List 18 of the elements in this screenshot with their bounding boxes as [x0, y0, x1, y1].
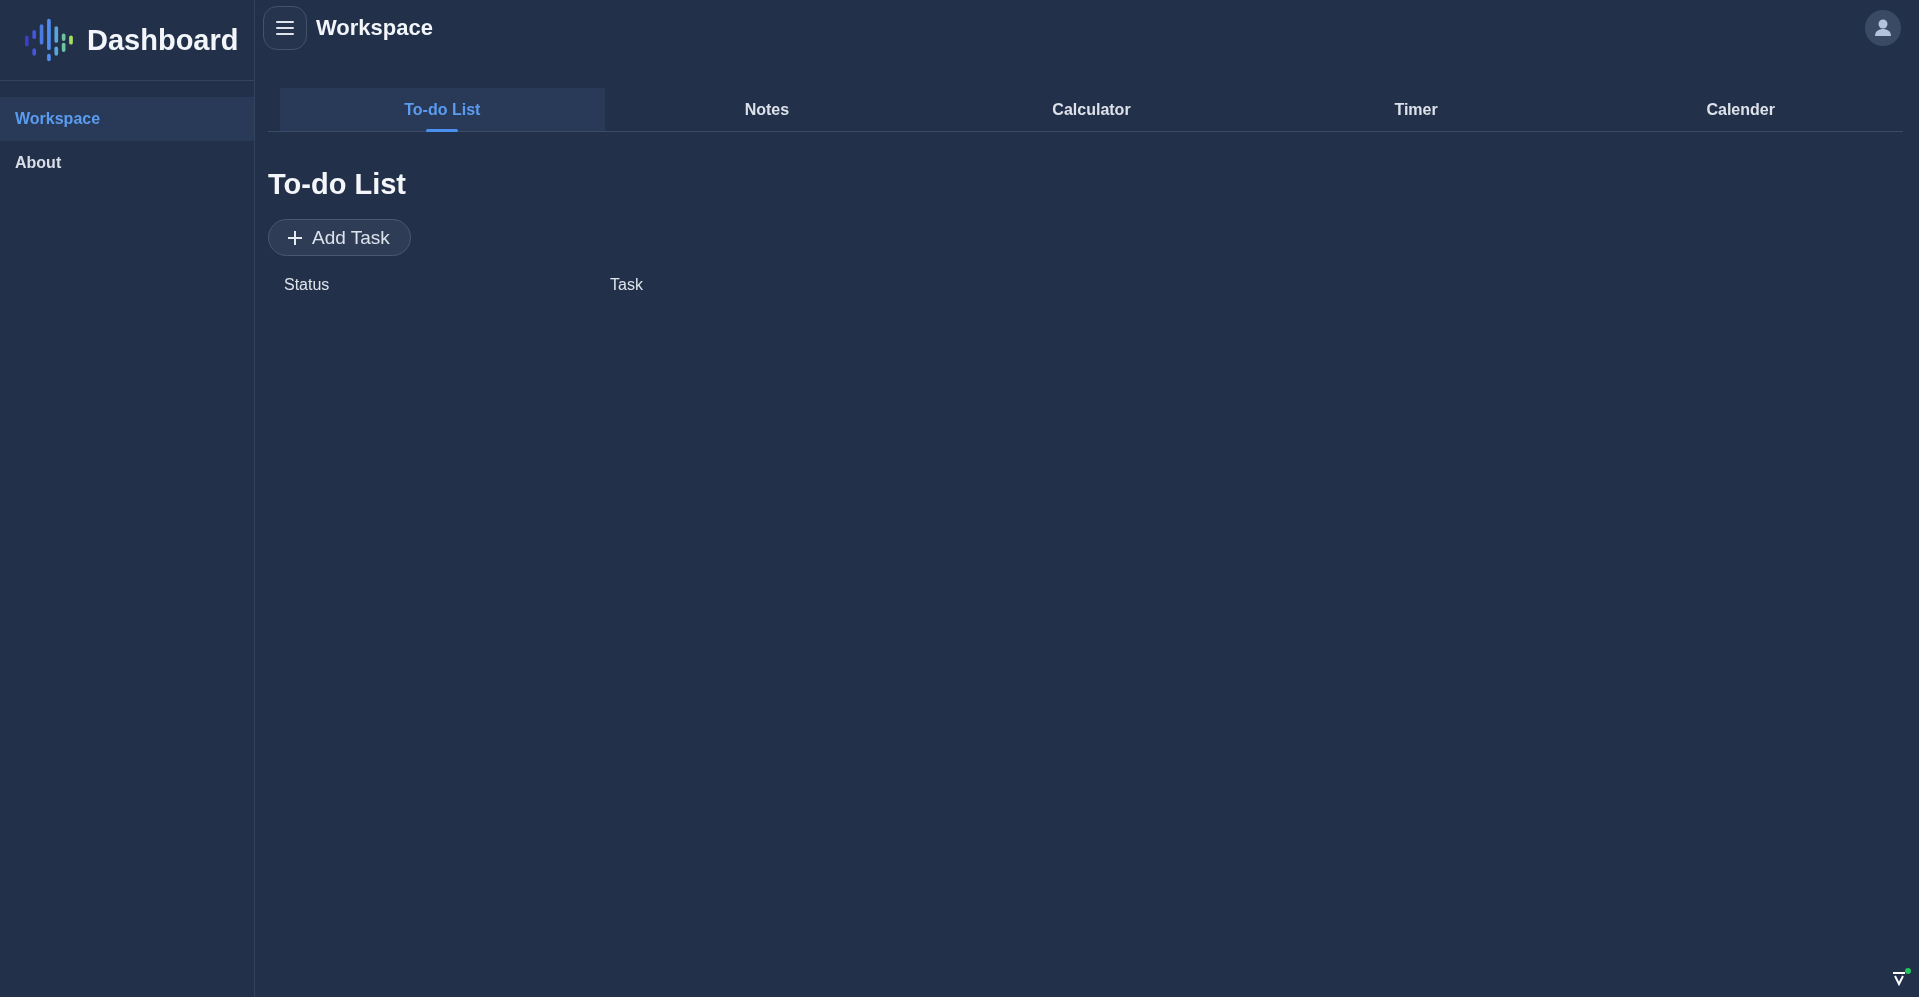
page-title: Workspace [316, 14, 433, 41]
tab[interactable]: Notes [604, 88, 930, 131]
section-heading: To-do List [268, 168, 407, 201]
plus-icon [287, 229, 303, 246]
sidebar-item[interactable]: About [0, 141, 254, 185]
menu-button[interactable] [263, 5, 307, 50]
user-avatar-icon[interactable] [1865, 9, 1901, 46]
menu-icon [276, 20, 294, 35]
tab[interactable]: Timer [1253, 88, 1579, 131]
column-header: Status [284, 276, 331, 294]
tab[interactable]: Calculator [929, 88, 1254, 131]
add-task-button[interactable]: Add Task [268, 219, 411, 256]
sidebar-item[interactable]: Workspace [0, 97, 254, 141]
app-title: Dashboard [87, 23, 239, 57]
tab[interactable]: Calender [1578, 88, 1903, 131]
extension-icon[interactable] [1891, 967, 1913, 987]
tab[interactable]: To-do List [280, 88, 605, 131]
column-header: Task [610, 276, 644, 294]
